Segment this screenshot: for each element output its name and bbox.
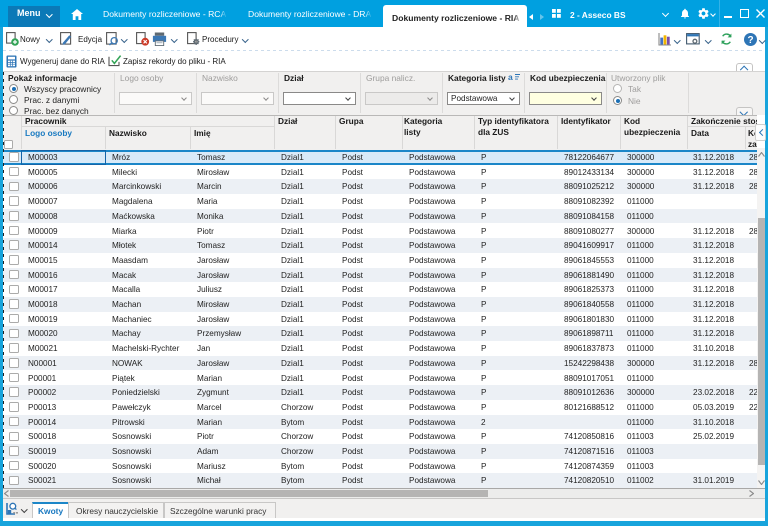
svg-text:a: a (508, 72, 513, 81)
svg-text:?: ? (747, 35, 753, 46)
